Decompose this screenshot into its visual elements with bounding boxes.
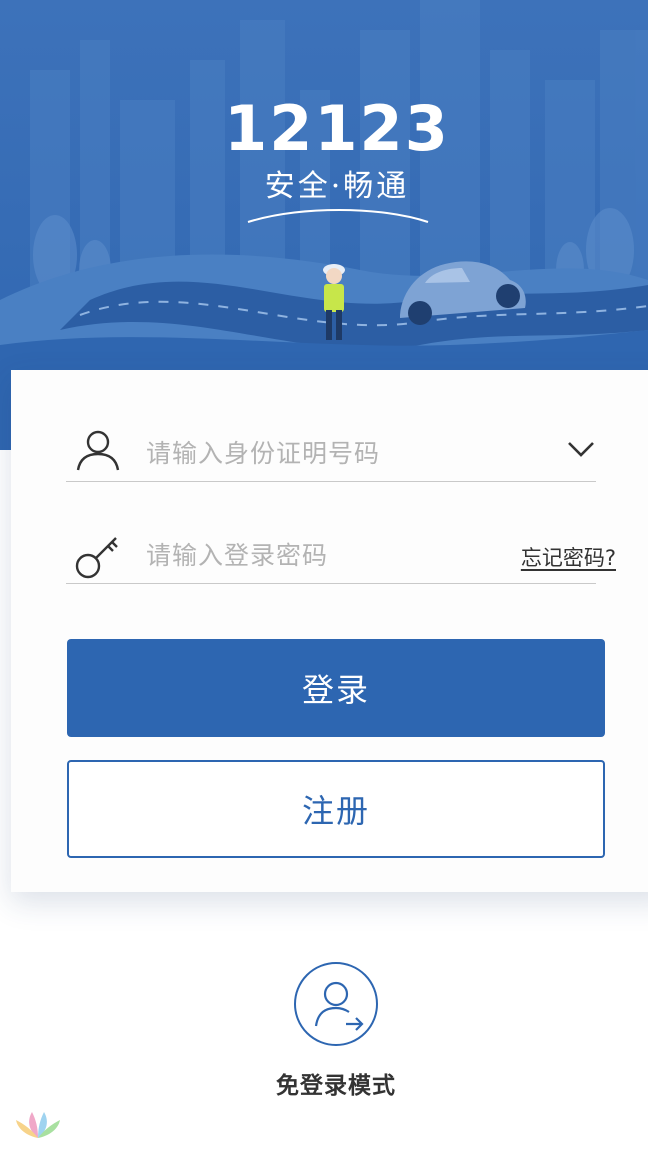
- password-field[interactable]: 请输入登录密码 忘记密码?: [66, 528, 616, 584]
- corner-logo-icon: [12, 1104, 64, 1148]
- user-icon: [74, 426, 122, 478]
- key-icon: [74, 532, 122, 584]
- guest-mode-button[interactable]: [294, 962, 378, 1046]
- password-placeholder: 请输入登录密码: [146, 541, 329, 570]
- forgot-password-link[interactable]: 忘记密码?: [521, 542, 616, 572]
- brand-number: 12123: [224, 92, 450, 165]
- login-button[interactable]: 登录: [67, 639, 605, 737]
- guest-mode-label: 免登录模式: [276, 1073, 396, 1099]
- register-button[interactable]: 注册: [67, 760, 605, 858]
- user-arrow-icon: [314, 981, 364, 1031]
- chevron-down-icon[interactable]: [566, 438, 596, 464]
- id-number-placeholder: 请输入身份证明号码: [146, 439, 381, 468]
- brand-slogan: 安全·畅通: [265, 169, 410, 204]
- id-number-field[interactable]: 请输入身份证明号码: [66, 418, 596, 482]
